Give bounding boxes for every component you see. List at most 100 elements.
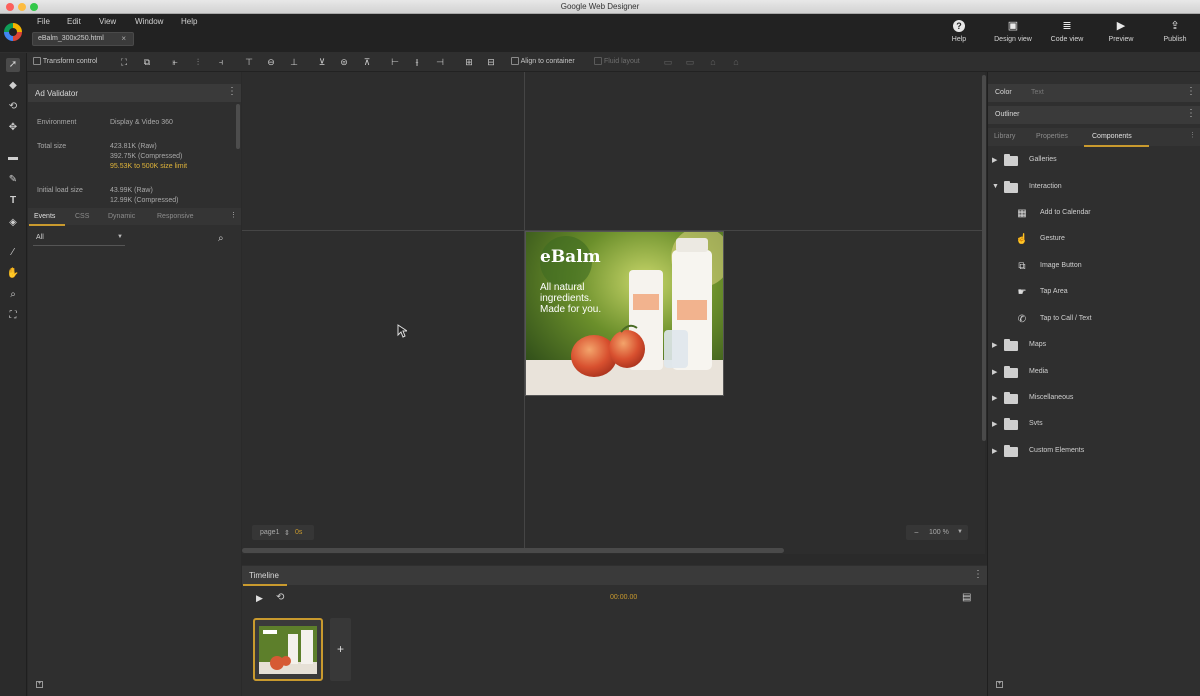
collapse-arrow-icon[interactable]: ▼ [992, 183, 999, 190]
ad-creative-preview[interactable]: eBalm All natural ingredients. Made for … [525, 231, 724, 396]
tab-dynamic[interactable]: Dynamic [108, 213, 135, 220]
events-menu-icon[interactable]: ⋮ [230, 211, 237, 221]
expand-arrow-icon[interactable]: ▶ [992, 394, 997, 402]
align-to-container-checkbox[interactable] [511, 57, 519, 65]
group-icon[interactable]: ⊞ [463, 56, 475, 68]
page-thumbnail[interactable] [253, 618, 323, 681]
zoom-control[interactable]: − 100 % ▼ [906, 525, 968, 540]
ungroup-icon[interactable]: ⊟ [485, 56, 497, 68]
component-folder-interaction[interactable]: ▼ Interaction [987, 178, 1200, 198]
library-menu-icon[interactable]: ⋮ [1189, 131, 1196, 141]
tab-text[interactable]: Text [1031, 89, 1044, 96]
3d-rotation-tool-icon[interactable]: ⟲ [6, 100, 20, 114]
publish-button[interactable]: ⇪ Publish [1150, 20, 1200, 43]
component-folder-custom-elements[interactable]: ▶ Custom Elements [987, 442, 1200, 462]
fit-view-tool-icon[interactable]: ⛶ [6, 309, 20, 323]
fill-tool-icon[interactable]: ◈ [6, 216, 20, 230]
distribute-left-icon[interactable]: ⊢ [389, 56, 401, 68]
distribute-middle-icon[interactable]: ⊜ [338, 56, 350, 68]
selection-tool-icon[interactable]: ➚ [6, 58, 20, 72]
loop-icon[interactable]: ⟲ [276, 592, 284, 603]
layout-icon-3[interactable]: ⌂ [707, 56, 719, 68]
layout-icon-1[interactable]: ▭ [662, 56, 674, 68]
zoom-dropdown-icon[interactable]: ▼ [957, 529, 963, 535]
menu-help[interactable]: Help [181, 17, 197, 26]
component-tap-to-call[interactable]: ✆ Tap to Call / Text [987, 310, 1200, 330]
search-icon[interactable]: ⌕ [218, 233, 224, 244]
pen-tool-icon[interactable]: ✎ [6, 173, 20, 187]
expand-arrow-icon[interactable]: ▶ [992, 341, 997, 349]
align-left-icon[interactable]: ⫦ [169, 56, 181, 68]
transform-control-toggle[interactable]: Transform control [33, 57, 97, 65]
color-panel-menu-icon[interactable]: ⋮ [1186, 87, 1196, 97]
timeline-menu-icon[interactable]: ⋮ [973, 570, 983, 580]
file-tab[interactable]: eBalm_300x250.html × [32, 32, 134, 46]
page-switch-icon[interactable]: ⇕ [284, 529, 290, 537]
tab-color[interactable]: Color [995, 89, 1012, 96]
transform-control-checkbox[interactable] [33, 57, 41, 65]
3d-translation-tool-icon[interactable]: ✥ [6, 121, 20, 135]
expand-arrow-icon[interactable]: ▶ [992, 156, 997, 164]
align-hcenter-icon[interactable]: ⫶ [192, 56, 204, 68]
zoom-tool-icon[interactable]: ⌕ [6, 288, 20, 302]
zoom-out-button[interactable]: − [914, 528, 919, 537]
help-button[interactable]: ? Help [934, 20, 984, 43]
preview-button[interactable]: ▶ Preview [1096, 20, 1146, 43]
shape-tool-icon[interactable]: ▬ [6, 151, 20, 165]
component-tap-area[interactable]: ☛ Tap Area [987, 283, 1200, 303]
tag-tool-icon[interactable]: ◆ [6, 79, 20, 93]
outliner-menu-icon[interactable]: ⋮ [1186, 109, 1196, 119]
close-tab-icon[interactable]: × [121, 34, 126, 43]
ad-validator-scrollbar[interactable] [236, 104, 240, 149]
tab-properties[interactable]: Properties [1036, 133, 1068, 140]
tab-events[interactable]: Events [34, 213, 55, 220]
align-right-icon[interactable]: ⫞ [215, 56, 227, 68]
distribute-top-icon[interactable]: ⊻ [316, 56, 328, 68]
component-gesture[interactable]: ☝ Gesture [987, 230, 1200, 250]
expand-arrow-icon[interactable]: ▶ [992, 447, 997, 455]
design-view-button[interactable]: ▣ Design view [988, 20, 1038, 43]
play-icon[interactable]: ▶ [256, 593, 263, 604]
timeline-mode-icon[interactable]: ▤ [962, 592, 971, 603]
tab-library[interactable]: Library [994, 133, 1015, 140]
component-image-button[interactable]: ⧉ Image Button [987, 257, 1200, 277]
add-component-icon[interactable]: + [996, 681, 1003, 688]
hand-tool-icon[interactable]: ✋ [6, 267, 20, 281]
component-folder-media[interactable]: ▶ Media [987, 363, 1200, 383]
menu-file[interactable]: File [37, 17, 50, 26]
align-vcenter-icon[interactable]: ⊖ [265, 56, 277, 68]
page-indicator[interactable]: page1 ⇕ 0s [252, 525, 314, 540]
ad-validator-menu-icon[interactable]: ⋮ [227, 87, 237, 97]
code-view-button[interactable]: ≣ Code view [1042, 20, 1092, 43]
align-bottom-icon[interactable]: ⊥ [288, 56, 300, 68]
tab-components[interactable]: Components [1092, 133, 1132, 140]
fluid-layout-checkbox[interactable] [594, 57, 602, 65]
component-add-to-calendar[interactable]: ▦ Add to Calendar [987, 204, 1200, 224]
distribute-center-icon[interactable]: ⫲ [411, 56, 423, 68]
tab-responsive[interactable]: Responsive [157, 213, 194, 220]
layout-icon-4[interactable]: ⌂ [730, 56, 742, 68]
stage-vertical-scrollbar[interactable] [982, 75, 986, 441]
component-folder-galleries[interactable]: ▶ Galleries [987, 151, 1200, 171]
fluid-layout-toggle[interactable]: Fluid layout [594, 57, 640, 65]
outliner-title[interactable]: Outliner [995, 111, 1020, 118]
text-tool-icon[interactable]: T [6, 194, 20, 208]
distribute-bottom-icon[interactable]: ⊼ [361, 56, 373, 68]
stage-horizontal-scrollbar[interactable] [242, 548, 784, 553]
expand-arrow-icon[interactable]: ▶ [992, 368, 997, 376]
expand-arrow-icon[interactable]: ▶ [992, 420, 997, 428]
layout-icon-2[interactable]: ▭ [684, 56, 696, 68]
align-to-container-toggle[interactable]: Align to container [511, 57, 575, 65]
component-folder-miscellaneous[interactable]: ▶ Miscellaneous [987, 389, 1200, 409]
events-filter-select[interactable]: All ▼ [33, 232, 125, 246]
add-event-icon[interactable]: + [36, 681, 43, 688]
menu-view[interactable]: View [99, 17, 116, 26]
add-page-button[interactable]: + [330, 618, 351, 681]
color-picker-tool-icon[interactable]: ⁄ [6, 246, 20, 260]
menu-edit[interactable]: Edit [67, 17, 81, 26]
component-folder-svts[interactable]: ▶ Svts [987, 415, 1200, 435]
tab-css[interactable]: CSS [75, 213, 89, 220]
transform-3d-icon[interactable]: ⛶ [118, 56, 130, 68]
align-top-icon[interactable]: ⊤ [243, 56, 255, 68]
distribute-right-icon[interactable]: ⊣ [434, 56, 446, 68]
